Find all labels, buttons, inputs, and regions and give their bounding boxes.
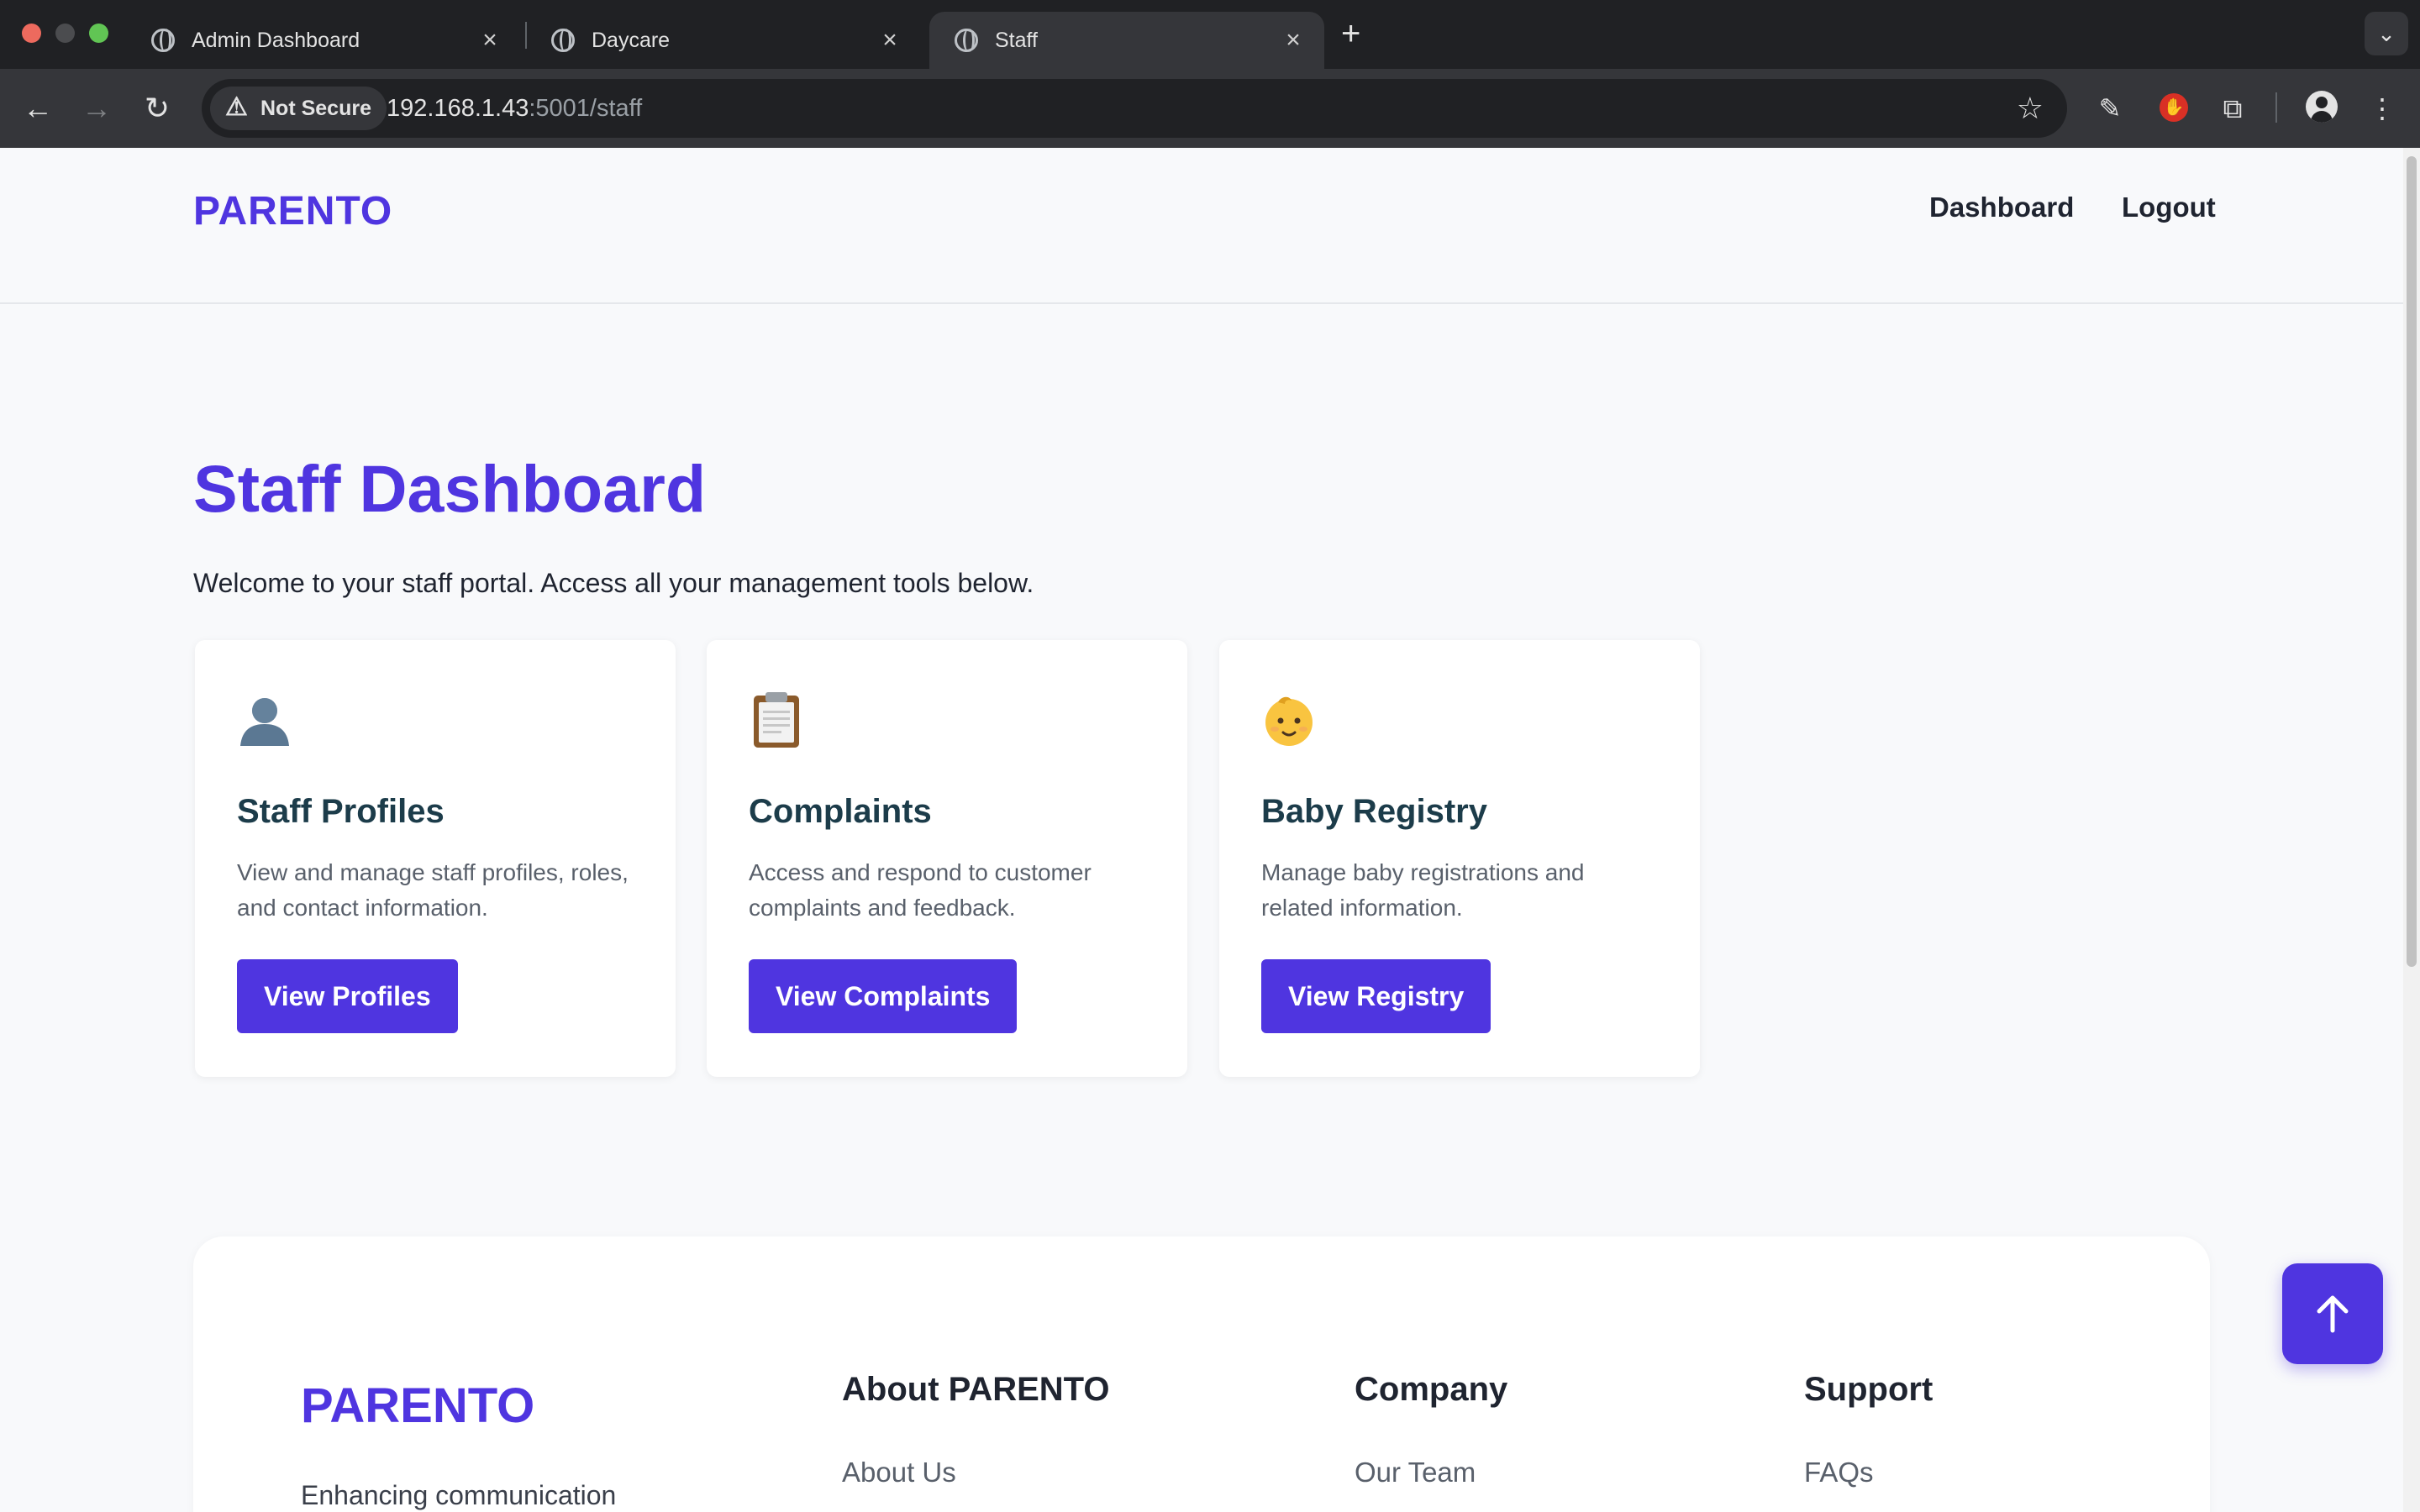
profile-avatar-icon[interactable] [2306,91,2338,123]
page-title: Staff Dashboard [193,451,707,526]
reload-icon[interactable]: ↻ [136,87,178,129]
view-complaints-button[interactable]: View Complaints [749,959,1018,1033]
forward-arrow-icon[interactable]: → [76,87,118,129]
footer-link-about-us[interactable]: About Us [842,1457,956,1488]
site-footer: PARENTO Enhancing communication About PA… [193,1236,2210,1512]
footer-heading-company: Company [1355,1371,1508,1408]
new-tab-plus-icon[interactable]: + [1341,15,1360,53]
browser-toolbar: ← → ↻ ⚠ Not Secure 192.168.1.43:5001/sta… [0,69,2420,148]
tab-title: Staff [995,28,1038,52]
globe-icon [551,29,575,52]
window-close-button[interactable] [22,24,41,43]
bookmark-star-icon[interactable]: ☆ [2017,79,2044,138]
baby-registry-card: Baby Registry Manage baby registrations … [1219,640,1700,1077]
baby-icon [1265,696,1313,746]
url-text[interactable]: 192.168.1.43:5001/staff [387,79,642,138]
footer-tagline: Enhancing communication [301,1480,617,1510]
address-bar[interactable]: ⚠ Not Secure 192.168.1.43:5001/staff ☆ [202,79,2067,138]
url-host: 192.168.1.43 [387,95,529,122]
card-title: Complaints [749,793,932,830]
footer-brand: PARENTO [301,1378,535,1433]
stop-hand-extension-icon[interactable]: ✋ [2160,93,2188,122]
card-title: Baby Registry [1261,793,1487,830]
security-label: Not Secure [260,97,371,120]
close-tab-icon[interactable]: × [877,26,902,55]
footer-link-faqs[interactable]: FAQs [1804,1457,1874,1488]
security-chip[interactable]: ⚠ Not Secure [210,87,387,130]
staff-profiles-card: Staff Profiles View and manage staff pro… [195,640,676,1077]
globe-icon [151,29,175,52]
brand-logo[interactable]: PARENTO [193,188,392,234]
browser-tab-admin-dashboard[interactable]: Admin Dashboard × [126,12,521,69]
close-tab-icon[interactable]: × [477,26,502,55]
card-description: Manage baby registrations and related in… [1261,859,1585,921]
globe-icon [955,29,978,52]
complaints-card: Complaints Access and respond to custome… [707,640,1187,1077]
tab-title: Admin Dashboard [192,28,360,52]
scroll-to-top-button[interactable] [2282,1263,2383,1364]
view-profiles-button[interactable]: View Profiles [237,959,458,1033]
url-path: :5001/staff [529,95,643,122]
welcome-text: Welcome to your staff portal. Access all… [193,568,1034,598]
browser-menu-kebab-icon[interactable]: ⋮ [2361,87,2403,129]
card-description: View and manage staff profiles, roles, a… [237,859,629,921]
page-viewport: PARENTO Dashboard Logout Staff Dashboard… [0,148,2420,1512]
page-scrollbar[interactable] [2403,148,2420,1512]
site-header: PARENTO Dashboard Logout [0,148,2403,304]
eyedropper-extension-icon[interactable]: ✎ [2089,87,2131,129]
warning-triangle-icon: ⚠ [225,93,248,121]
clipboard-icon [754,692,799,748]
person-silhouette-icon [240,698,289,746]
scrollbar-thumb[interactable] [2407,156,2417,967]
window-zoom-button[interactable] [89,24,108,43]
card-description: Access and respond to customer complaint… [749,859,1092,921]
browser-tab-daycare[interactable]: Daycare × [526,12,921,69]
browser-tab-strip: Admin Dashboard × Daycare × Staff × + ⌄ [0,0,2420,69]
view-registry-button[interactable]: View Registry [1261,959,1491,1033]
arrow-up-icon [2317,1295,2349,1333]
extensions-puzzle-icon[interactable]: ⧉ [2212,87,2254,129]
tab-search-chevron-icon[interactable]: ⌄ [2365,12,2408,55]
tab-title: Daycare [592,28,671,52]
nav-dashboard-link[interactable]: Dashboard [1929,192,2074,223]
footer-link-our-team[interactable]: Our Team [1355,1457,1476,1488]
close-tab-icon[interactable]: × [1281,26,1306,55]
toolbar-divider [2275,92,2277,123]
back-arrow-icon[interactable]: ← [17,87,59,129]
card-title: Staff Profiles [237,793,445,830]
window-minimize-button[interactable] [55,24,75,43]
footer-heading-support: Support [1804,1371,1933,1408]
nav-logout-link[interactable]: Logout [2122,192,2216,223]
footer-heading-about: About PARENTO [842,1371,1110,1408]
browser-tab-staff[interactable]: Staff × [929,12,1324,69]
